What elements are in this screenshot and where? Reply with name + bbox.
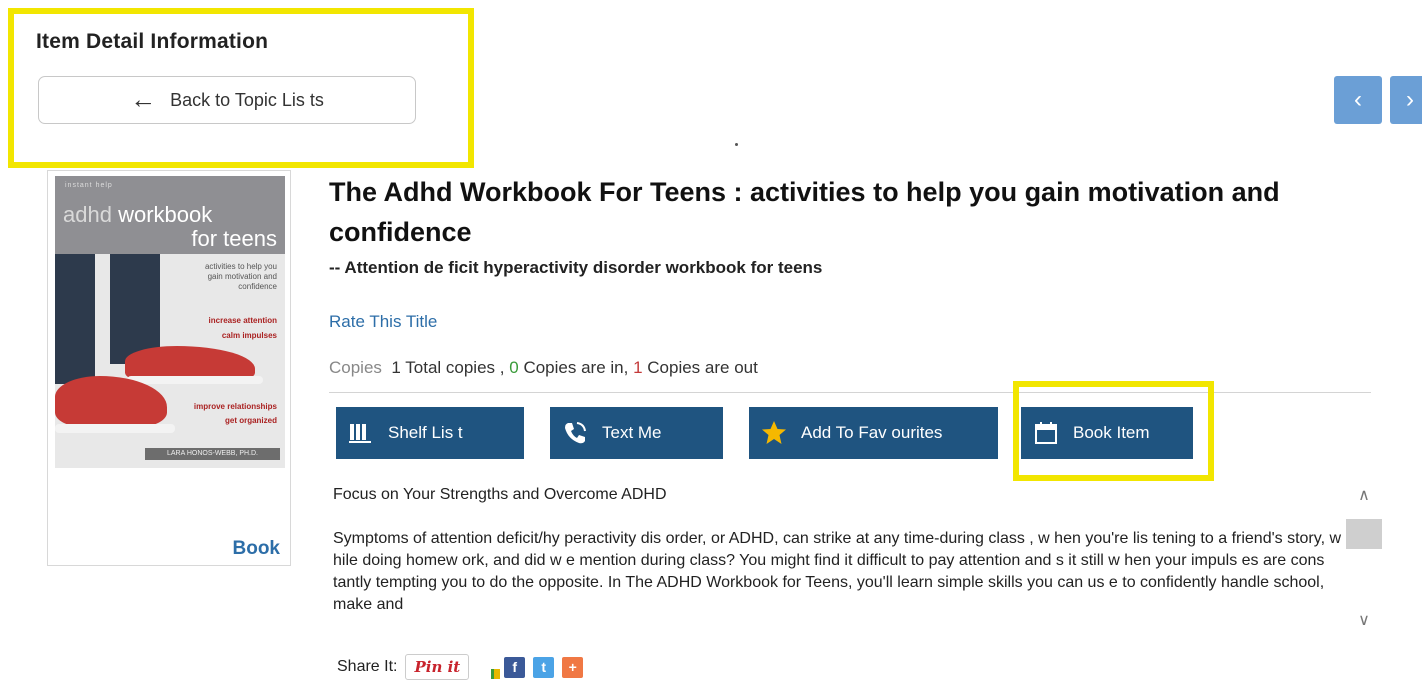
description-heading: Focus on Your Strengths and Overcome ADH…: [333, 486, 667, 503]
copies-summary: Copies 1 Total copies , 0 Copies are in,…: [329, 358, 758, 377]
cover-bullet-4: get organized: [224, 416, 277, 425]
pinterest-button[interactable]: Pin it: [405, 654, 470, 680]
divider: [329, 392, 1371, 393]
previous-item-button[interactable]: ‹: [1334, 76, 1382, 124]
section-title: Item Detail Information: [36, 30, 269, 53]
next-item-button[interactable]: ›: [1390, 76, 1422, 124]
cover-series: instant help: [65, 182, 113, 189]
plus-icon[interactable]: +: [562, 656, 584, 678]
chevron-right-icon: ›: [1406, 86, 1414, 113]
back-button-label: Back to Topic Lis ts: [170, 89, 324, 110]
cover-title-line1: adhd workbook: [63, 202, 213, 227]
scroll-thumb[interactable]: [1346, 519, 1382, 549]
cover-title-line2: for teens: [191, 226, 277, 251]
chevron-up-icon[interactable]: ∧: [1346, 484, 1382, 508]
phone-icon: [562, 420, 588, 446]
item-title: The Adhd Workbook For Teens : activities…: [329, 177, 1280, 247]
facebook-icon[interactable]: f: [504, 656, 526, 678]
cover-tagline: activities to help you gain motivation a…: [204, 262, 277, 291]
rate-this-title-link[interactable]: Rate This Title: [329, 312, 437, 332]
shelf-icon: [348, 420, 374, 446]
cover-bullet-2: calm impulses: [221, 331, 277, 340]
cover-sole-right: [127, 376, 263, 384]
book-item-button[interactable]: Book Item: [1021, 407, 1193, 459]
item-format-label: Book: [232, 538, 281, 559]
chevron-down-icon[interactable]: ∨: [1346, 609, 1382, 633]
star-icon: [761, 420, 787, 446]
add-to-favourites-label: Add To Fav ourites: [801, 423, 943, 442]
twitter-icon[interactable]: t: [533, 656, 555, 678]
text-me-button[interactable]: Text Me: [550, 407, 723, 459]
chevron-left-icon: ‹: [1354, 86, 1362, 113]
shelf-list-button[interactable]: Shelf Lis t: [336, 407, 524, 459]
calendar-icon: [1033, 420, 1059, 446]
description-body: Symptoms of attention deficit/hy peracti…: [333, 530, 1342, 613]
description: Focus on Your Strengths and Overcome ADH…: [333, 484, 1343, 644]
add-to-favourites-button[interactable]: Add To Fav ourites: [749, 407, 998, 459]
divider-dot: [735, 143, 738, 146]
cover-leg-left: [55, 254, 95, 384]
book-item-label: Book Item: [1073, 423, 1150, 442]
description-scrollbar[interactable]: ∧ ∨: [1346, 484, 1382, 644]
arrow-left-icon: ←: [130, 83, 157, 114]
cover-sole-left: [55, 424, 175, 433]
cover-author: LARA HONOS-WEBB, PH.D.: [145, 448, 280, 460]
cover-bullet-3: improve relationships: [193, 402, 277, 411]
google-icon[interactable]: [491, 669, 501, 679]
item-subtitle: -- Attention de ficit hyperactivity diso…: [329, 258, 823, 277]
book-cover-image[interactable]: instant help adhd workbook for teens act…: [55, 176, 285, 468]
cover-card: instant help adhd workbook for teens act…: [47, 170, 291, 566]
share-label: Share It:: [337, 658, 398, 675]
text-me-label: Text Me: [602, 423, 662, 442]
back-to-topic-lists-button[interactable]: ← Back to Topic Lis ts: [38, 76, 416, 124]
share-bar: Share It: Pin it f t +: [337, 654, 584, 680]
shelf-list-label: Shelf Lis t: [388, 423, 463, 442]
cover-bullet-1: increase attention: [208, 316, 277, 325]
